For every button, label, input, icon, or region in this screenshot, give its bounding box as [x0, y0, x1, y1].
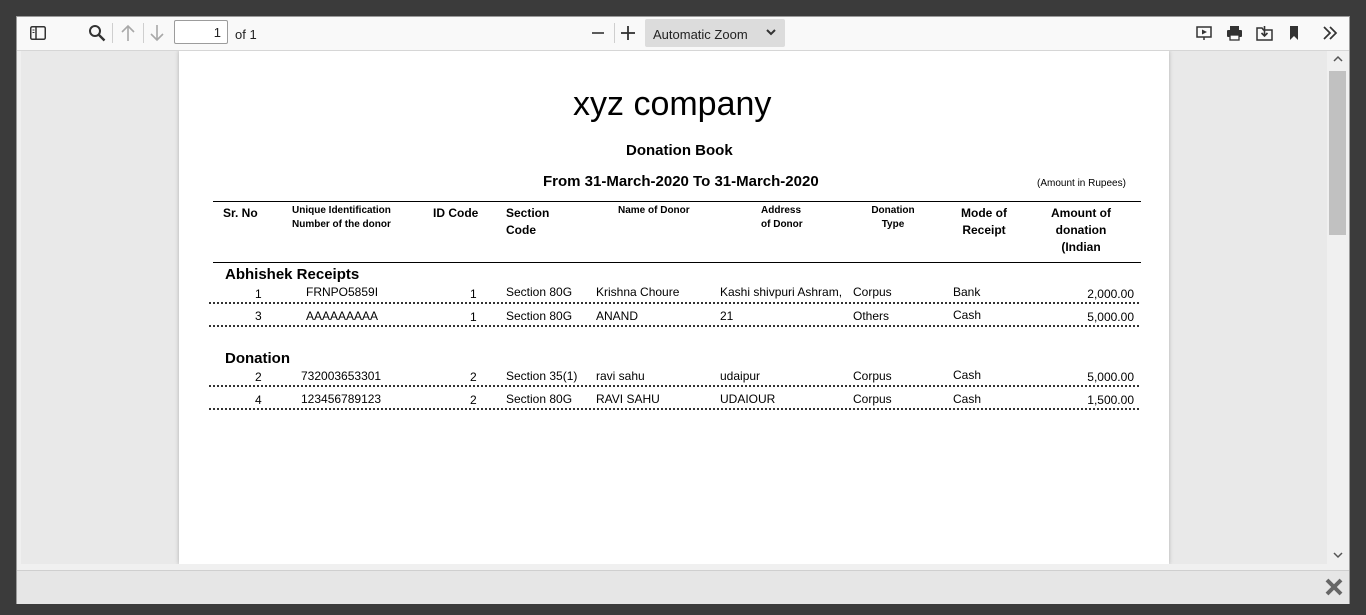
- document-viewer[interactable]: xyz company Donation Book From 31-March-…: [21, 51, 1327, 564]
- cell-donor-name: RAVI SAHU: [596, 392, 660, 406]
- cell-address: UDAIOUR: [720, 392, 776, 406]
- group-heading: Abhishek Receipts: [225, 266, 360, 283]
- cell-amount: 5,000.00: [1087, 310, 1134, 324]
- cell-id-code: 2: [470, 393, 477, 407]
- cell-sr-no: 2: [255, 370, 262, 384]
- header-section-line2: Code: [506, 223, 536, 237]
- search-icon[interactable]: [84, 20, 110, 46]
- header-amount-line3: (Indian: [1061, 240, 1101, 254]
- cell-id-code: 1: [470, 287, 477, 301]
- close-icon[interactable]: [1325, 578, 1343, 601]
- row-divider: [209, 385, 1139, 387]
- header-mode-line2: Receipt: [962, 223, 1006, 237]
- scroll-up-icon[interactable]: [1332, 54, 1344, 64]
- scrollbar-thumb[interactable]: [1329, 71, 1346, 235]
- save-download-icon[interactable]: [1251, 20, 1277, 46]
- next-page-icon[interactable]: [144, 20, 170, 46]
- cell-section: Section 80G: [506, 309, 573, 323]
- cell-id-code: 2: [470, 370, 477, 384]
- header-sr-no: Sr. No: [223, 206, 258, 220]
- header-mode-of-receipt: Mode of Receipt: [959, 205, 1009, 239]
- toolbar-separator: [112, 23, 113, 43]
- pdf-page: xyz company Donation Book From 31-March-…: [179, 51, 1169, 564]
- cell-amount: 2,000.00: [1087, 287, 1134, 301]
- header-top-rule: [213, 201, 1141, 202]
- zoom-select[interactable]: Automatic Zoom: [645, 19, 785, 47]
- header-uid-line2: Number of the donor: [292, 219, 391, 230]
- cell-mode: Cash: [953, 308, 982, 322]
- bookmark-icon[interactable]: [1281, 20, 1307, 46]
- cell-uid: 732003653301: [301, 369, 382, 383]
- cell-donation-type: Others: [853, 309, 890, 323]
- report-title: Donation Book: [626, 142, 733, 159]
- cell-uid: FRNPO5859I: [306, 285, 379, 299]
- cell-section: Section 35(1): [506, 369, 578, 383]
- cell-address: udaipur: [720, 369, 761, 383]
- company-name: xyz company: [573, 85, 772, 123]
- report-period: From 31-March-2020 To 31-March-2020: [543, 173, 819, 190]
- row-divider: [209, 325, 1139, 327]
- header-id-code: ID Code: [433, 206, 479, 220]
- sidebar-toggle-icon[interactable]: [25, 20, 51, 46]
- header-section-code: Section Code: [506, 205, 549, 239]
- cell-uid: 123456789123: [301, 392, 382, 406]
- header-donation-type: Donation Type: [871, 204, 915, 232]
- cell-id-code: 1: [470, 310, 477, 324]
- header-dtype-line1: Donation: [871, 205, 915, 216]
- cell-section: Section 80G: [506, 392, 573, 406]
- cell-donation-type: Corpus: [853, 369, 892, 383]
- cell-sr-no: 4: [255, 393, 262, 407]
- cell-donation-type: Corpus: [853, 392, 892, 406]
- cell-sr-no: 3: [255, 309, 262, 323]
- cell-amount: 5,000.00: [1087, 370, 1134, 384]
- tools-menu-icon[interactable]: [1317, 20, 1343, 46]
- cell-address: 21: [720, 309, 734, 323]
- header-uid: Unique Identification Number of the dono…: [292, 204, 391, 232]
- cell-address: Kashi shivpuri Ashram,: [720, 285, 843, 299]
- modal-footer: [17, 570, 1349, 604]
- header-donor-name: Name of Donor: [618, 205, 690, 216]
- cell-donor-name: Krishna Choure: [596, 285, 680, 299]
- cell-amount: 1,500.00: [1087, 393, 1134, 407]
- group-heading: Donation: [225, 350, 290, 367]
- zoom-in-icon[interactable]: [615, 20, 641, 46]
- header-address-line2: of Donor: [761, 219, 803, 230]
- cell-donor-name: ANAND: [596, 309, 639, 323]
- page-number-input[interactable]: [174, 20, 228, 44]
- cell-donation-type: Corpus: [853, 285, 892, 299]
- cell-uid: AAAAAAAAA: [306, 309, 379, 323]
- amount-note: (Amount in Rupees): [1037, 178, 1126, 189]
- header-dtype-line2: Type: [881, 219, 905, 230]
- previous-page-icon[interactable]: [115, 20, 141, 46]
- cell-donor-name: ravi sahu: [596, 369, 645, 383]
- zoom-out-icon[interactable]: [585, 20, 611, 46]
- header-mode-line1: Mode of: [961, 206, 1007, 220]
- scroll-down-icon[interactable]: [1332, 550, 1344, 560]
- pdf-viewer-modal: of 1 Automatic Zoom: [16, 16, 1350, 604]
- header-bottom-rule: [213, 262, 1141, 263]
- cell-mode: Cash: [953, 368, 982, 382]
- header-amount-line1: Amount of: [1051, 206, 1111, 220]
- cell-section: Section 80G: [506, 285, 573, 299]
- header-amount-line2: donation: [1055, 223, 1107, 237]
- header-address: Address of Donor: [761, 204, 803, 232]
- print-icon[interactable]: [1221, 20, 1247, 46]
- header-uid-line1: Unique Identification: [292, 205, 391, 216]
- header-section-line1: Section: [506, 206, 550, 220]
- header-amount: Amount of donation (Indian: [1047, 205, 1115, 256]
- viewer-toolbar: of 1 Automatic Zoom: [17, 17, 1349, 51]
- cell-mode: Bank: [953, 285, 981, 299]
- header-address-line1: Address: [761, 205, 802, 216]
- row-divider: [209, 302, 1139, 304]
- cell-mode: Cash: [953, 392, 982, 406]
- zoom-select-label: Automatic Zoom: [653, 27, 748, 42]
- page-count-label: of 1: [235, 27, 257, 42]
- row-divider: [209, 408, 1139, 410]
- cell-sr-no: 1: [255, 287, 262, 301]
- presentation-mode-icon[interactable]: [1191, 20, 1217, 46]
- chevron-down-icon: [765, 25, 777, 44]
